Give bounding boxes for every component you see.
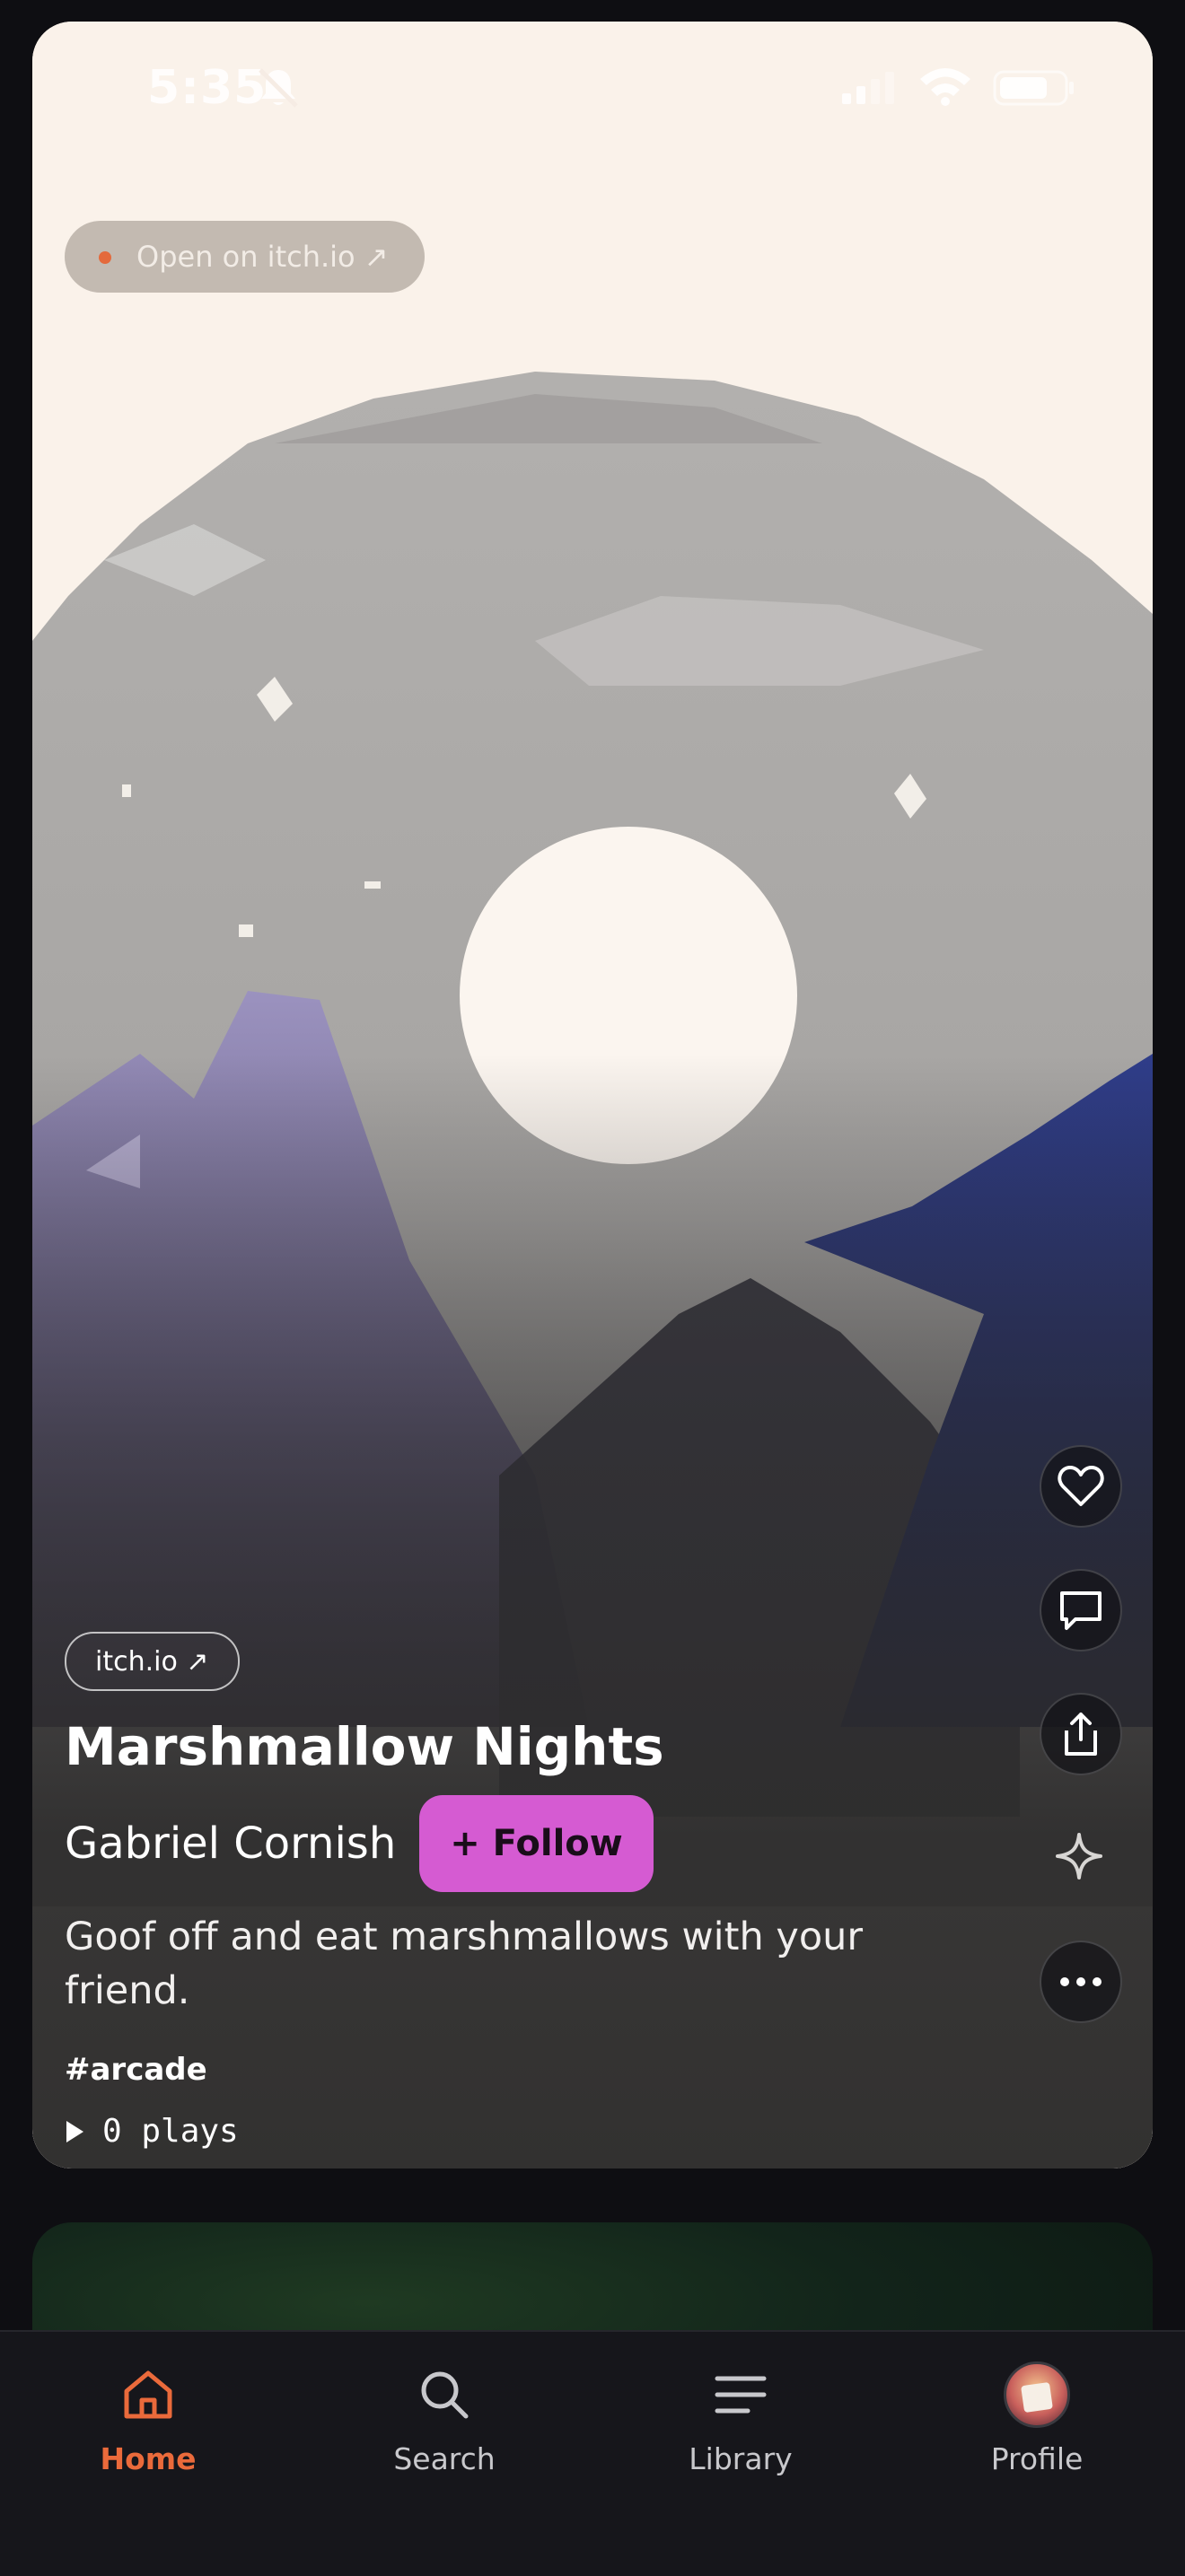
- sparkle-button[interactable]: [1040, 1817, 1119, 1896]
- tab-search-label: Search: [393, 2441, 496, 2476]
- wifi-icon: [920, 68, 970, 106]
- comment-button[interactable]: [1040, 1569, 1122, 1652]
- tab-profile[interactable]: Profile: [889, 2332, 1185, 2511]
- tab-home-label: Home: [100, 2441, 197, 2476]
- cellular-signal-icon: [842, 72, 894, 104]
- share-icon: [1065, 1713, 1097, 1756]
- live-dot: [99, 251, 111, 264]
- play-count-label: 0 plays: [102, 2113, 239, 2150]
- heart-icon: [1058, 1466, 1104, 1506]
- author-name[interactable]: Gabriel Cornish: [65, 1818, 396, 1869]
- game-title: Marshmallow Nights: [65, 1716, 664, 1777]
- battery-icon: [993, 70, 1074, 106]
- search-icon: [421, 2371, 469, 2419]
- tab-bar: Home Search Library Profile: [0, 2330, 1185, 2576]
- tab-search[interactable]: Search: [296, 2332, 592, 2511]
- tab-profile-label: Profile: [990, 2441, 1084, 2476]
- open-on-itch-button[interactable]: Open on itch.io ↗: [65, 221, 425, 293]
- follow-button[interactable]: + Follow: [419, 1795, 654, 1892]
- game-description: Goof off and eat marshmallows with your …: [65, 1914, 864, 2013]
- share-button[interactable]: [1040, 1693, 1122, 1775]
- author-row: Gabriel Cornish + Follow: [65, 1795, 654, 1892]
- status-time: 5:35: [147, 61, 268, 115]
- follow-label: + Follow: [450, 1823, 623, 1864]
- tab-library-label: Library: [689, 2441, 793, 2476]
- avatar: [1004, 2361, 1070, 2428]
- play-count: 0 plays: [65, 2113, 239, 2150]
- sparkle-icon: [1056, 1833, 1102, 1879]
- library-icon: [715, 2376, 767, 2414]
- tab-library[interactable]: Library: [592, 2332, 889, 2511]
- home-icon: [124, 2370, 172, 2419]
- source-badge[interactable]: itch.io ↗: [65, 1632, 240, 1691]
- more-icon: [1060, 1977, 1102, 1986]
- tab-home[interactable]: Home: [0, 2332, 296, 2511]
- source-badge-label: itch.io ↗: [95, 1645, 209, 1678]
- open-on-itch-label: Open on itch.io ↗: [136, 240, 389, 274]
- play-icon: [66, 2120, 83, 2142]
- more-button[interactable]: [1040, 1941, 1122, 2023]
- silent-bell-icon: [259, 68, 298, 108]
- comment-icon: [1060, 1591, 1102, 1630]
- game-card[interactable]: 5:35 Open on itch.io ↗ itch.io ↗ Marshma…: [32, 22, 1153, 2169]
- like-button[interactable]: [1040, 1445, 1122, 1528]
- tag-arcade[interactable]: #arcade: [65, 2052, 207, 2088]
- status-bar: 5:35: [32, 22, 1153, 156]
